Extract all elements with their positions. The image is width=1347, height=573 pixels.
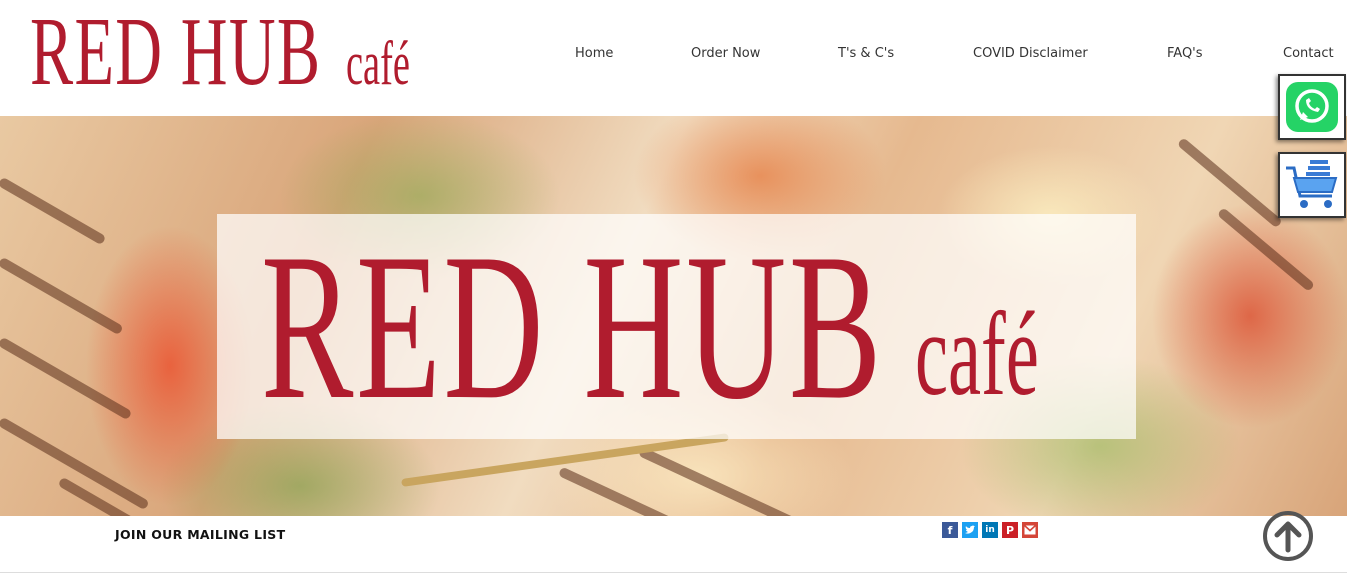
social-share-icons: f in P: [942, 522, 1038, 538]
hero-logo: RED HUB café: [261, 211, 1205, 443]
nav-order-now[interactable]: Order Now: [691, 46, 760, 61]
facebook-icon[interactable]: f: [942, 522, 958, 538]
nav-faqs[interactable]: FAQ's: [1167, 46, 1203, 61]
hero-logo-main-text: RED HUB: [261, 211, 884, 443]
twitter-icon[interactable]: [962, 522, 978, 538]
nav-covid-disclaimer[interactable]: COVID Disclaimer: [973, 46, 1088, 61]
back-to-top-button[interactable]: [1262, 510, 1314, 562]
grill-mark: [637, 446, 797, 516]
nav-home[interactable]: Home: [575, 46, 613, 61]
shopping-cart-icon: [1286, 160, 1338, 208]
linkedin-icon[interactable]: in: [982, 522, 998, 538]
grill-mark: [0, 416, 150, 511]
grill-mark: [0, 176, 107, 246]
arrow-up-circle-icon: [1263, 511, 1313, 561]
gmail-icon[interactable]: [1022, 522, 1038, 538]
pinterest-icon[interactable]: P: [1002, 522, 1018, 538]
whatsapp-button[interactable]: [1278, 74, 1346, 140]
main-nav: Home Order Now T's & C's COVID Disclaime…: [0, 46, 1347, 66]
footer-bar: JOIN OUR MAILING LIST f in P: [0, 516, 1347, 573]
whatsapp-icon: [1286, 82, 1338, 132]
hero-banner: RED HUB café: [0, 116, 1347, 516]
nav-terms[interactable]: T's & C's: [838, 46, 894, 61]
mailing-list-link[interactable]: JOIN OUR MAILING LIST: [115, 527, 285, 542]
hero-logo-panel: RED HUB café: [217, 214, 1136, 439]
grill-mark: [0, 256, 124, 336]
hero-logo-sub-text: café: [915, 287, 1039, 420]
site-header: RED HUB café Home Order Now T's & C's CO…: [0, 0, 1347, 116]
cart-button[interactable]: [1278, 152, 1346, 218]
grill-mark: [0, 336, 133, 421]
nav-contact[interactable]: Contact: [1283, 46, 1334, 61]
